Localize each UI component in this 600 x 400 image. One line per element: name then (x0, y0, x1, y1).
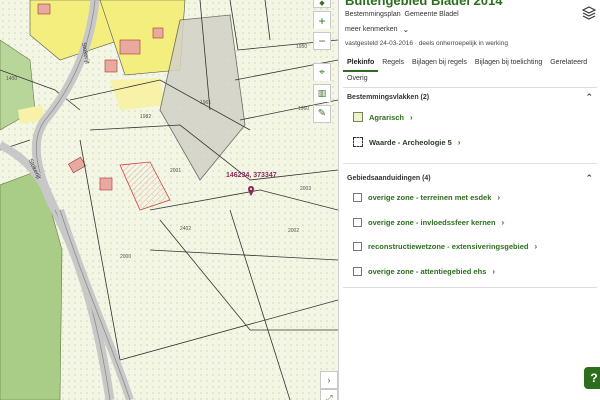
arrows-icon: ⤢ (325, 392, 333, 400)
locate-button[interactable]: ⌖ (313, 63, 331, 81)
more-details-toggle[interactable]: meer kenmerken ⌄ (345, 25, 409, 34)
help-button[interactable]: ? (584, 367, 600, 389)
layers-toggle-button[interactable]: ◆ (313, 0, 331, 8)
plan-title: Buitengebied Bladel 2014 (345, 0, 503, 8)
tab-overig[interactable]: Overig (343, 72, 372, 86)
plan-type: Bestemmingsplan (345, 11, 401, 18)
tab-bar: Plekinfo Regels Bijlagen bij regels Bijl… (343, 56, 599, 86)
agrarisch-swatch-icon (353, 112, 363, 122)
measure-button[interactable]: ▥ (313, 84, 331, 102)
map-toolbar: ◆ + − ⌖ ▥ ✎ (313, 0, 333, 123)
gebied-item-invloedssfeer[interactable]: overige zone - invloedssfeer kernen › (353, 218, 504, 227)
chevron-down-icon: ⌄ (402, 25, 410, 34)
tab-regels[interactable]: Regels (378, 56, 408, 72)
plus-icon: + (318, 13, 326, 28)
gebiedsaanduidingen-section: Gebiedsaanduidingen (4) ⌃ (343, 171, 597, 185)
question-icon: ? (590, 371, 598, 385)
item-label: overige zone - terreinen met esdek (368, 193, 492, 202)
gebied-item-ehs[interactable]: overige zone - attentiegebied ehs › (353, 267, 495, 276)
more-details-label: meer kenmerken (345, 26, 398, 33)
tab-plekinfo[interactable]: Plekinfo (343, 56, 379, 72)
minus-icon: − (318, 34, 326, 48)
plan-meta: Bestemmingsplan Gemeente Bladel (345, 11, 459, 18)
map-canvas[interactable]: 1400 1950 2402 1961 1960 2001 2003 2002 … (0, 0, 338, 400)
divider (343, 87, 597, 88)
map-viewer[interactable]: 1400 1950 2402 1961 1960 2001 2003 2002 … (0, 0, 338, 400)
map-layers-icon[interactable] (582, 6, 596, 20)
zoom-out-button[interactable]: − (313, 32, 331, 50)
zoom-in-button[interactable]: + (313, 11, 331, 29)
plan-info-panel: Buitengebied Bladel 2014 Bestemmingsplan… (338, 0, 600, 400)
tab-bijlagen-regels[interactable]: Bijlagen bij regels (408, 56, 471, 72)
plot-number: 1982 (140, 114, 151, 120)
chevron-up-icon[interactable]: ⌃ (585, 92, 593, 103)
chevron-right-icon: › (457, 137, 461, 147)
divider (343, 163, 597, 164)
item-label: overige zone - attentiegebied ehs (368, 267, 487, 276)
plan-municipality: Gemeente Bladel (404, 11, 459, 18)
crosshair-icon: ⌖ (319, 66, 325, 78)
plot-number: 1960 (298, 106, 309, 112)
chevron-right-icon: › (410, 112, 413, 122)
location-pin-icon (248, 186, 254, 196)
fullscreen-button[interactable]: ⤢ (320, 389, 338, 400)
plot-number: 1400 (6, 76, 17, 82)
chevron-right-icon: › (497, 193, 501, 202)
coordinate-label: 146234, 373347 (226, 172, 277, 179)
ruler-icon: ▥ (317, 88, 327, 98)
plot-number: 2000 (120, 254, 131, 260)
gebied-item-reconstructie[interactable]: reconstructiewetzone - extensiveringsgeb… (353, 242, 537, 251)
chevron-up-icon[interactable]: ⌃ (585, 173, 593, 184)
section-title: Bestemmingsvlakken (2) (347, 93, 430, 101)
chevron-right-icon: › (501, 218, 505, 227)
chevron-up-icon: ◆ (319, 0, 325, 7)
chevron-right-icon: › (534, 242, 538, 251)
archeologie-swatch-icon (353, 137, 363, 147)
plot-number: 1961 (200, 100, 211, 106)
chevron-right-icon: › (327, 374, 331, 385)
tab-bijlagen-toelichting[interactable]: Bijlagen bij toelichting (471, 56, 546, 72)
item-label: reconstructiewetzone - extensiveringsgeb… (368, 242, 529, 251)
plot-number: 2001 (170, 168, 181, 174)
checkbox[interactable] (353, 267, 362, 276)
plan-status: vastgesteld 24-03-2016 · deels onherroep… (345, 40, 508, 47)
checkbox[interactable] (353, 193, 362, 202)
tab-gerelateerd[interactable]: Gerelateerd (546, 56, 591, 72)
bestemmingsvlakken-section: Bestemmingsvlakken (2) ⌃ (343, 90, 597, 104)
bestemming-item-agrarisch[interactable]: Agrarisch › (353, 112, 413, 122)
plot-number: 2003 (300, 186, 311, 192)
plot-number: 2402 (180, 226, 191, 232)
bestemming-item-archeologie[interactable]: Waarde - Archeologie 5 › (353, 137, 460, 147)
chevron-right-icon: › (492, 267, 496, 276)
item-label: Agrarisch (369, 112, 405, 122)
plot-number: 1950 (296, 44, 307, 50)
item-label: Waarde - Archeologie 5 (369, 137, 452, 147)
checkbox[interactable] (353, 218, 362, 227)
plot-number: 2002 (288, 228, 299, 234)
pencil-icon: ✎ (317, 108, 327, 119)
checkbox[interactable] (353, 242, 362, 251)
item-label: overige zone - invloedssfeer kernen (368, 218, 496, 227)
section-title: Gebiedsaanduidingen (4) (347, 174, 431, 182)
gebied-item-esdek[interactable]: overige zone - terreinen met esdek › (353, 193, 500, 202)
divider (343, 287, 597, 288)
collapse-panel-button[interactable]: › (320, 371, 338, 389)
gebiedsaanduidingen-header[interactable]: Gebiedsaanduidingen (4) ⌃ (343, 171, 597, 185)
draw-button[interactable]: ✎ (313, 105, 331, 123)
bestemmingsvlakken-header[interactable]: Bestemmingsvlakken (2) ⌃ (343, 90, 597, 104)
